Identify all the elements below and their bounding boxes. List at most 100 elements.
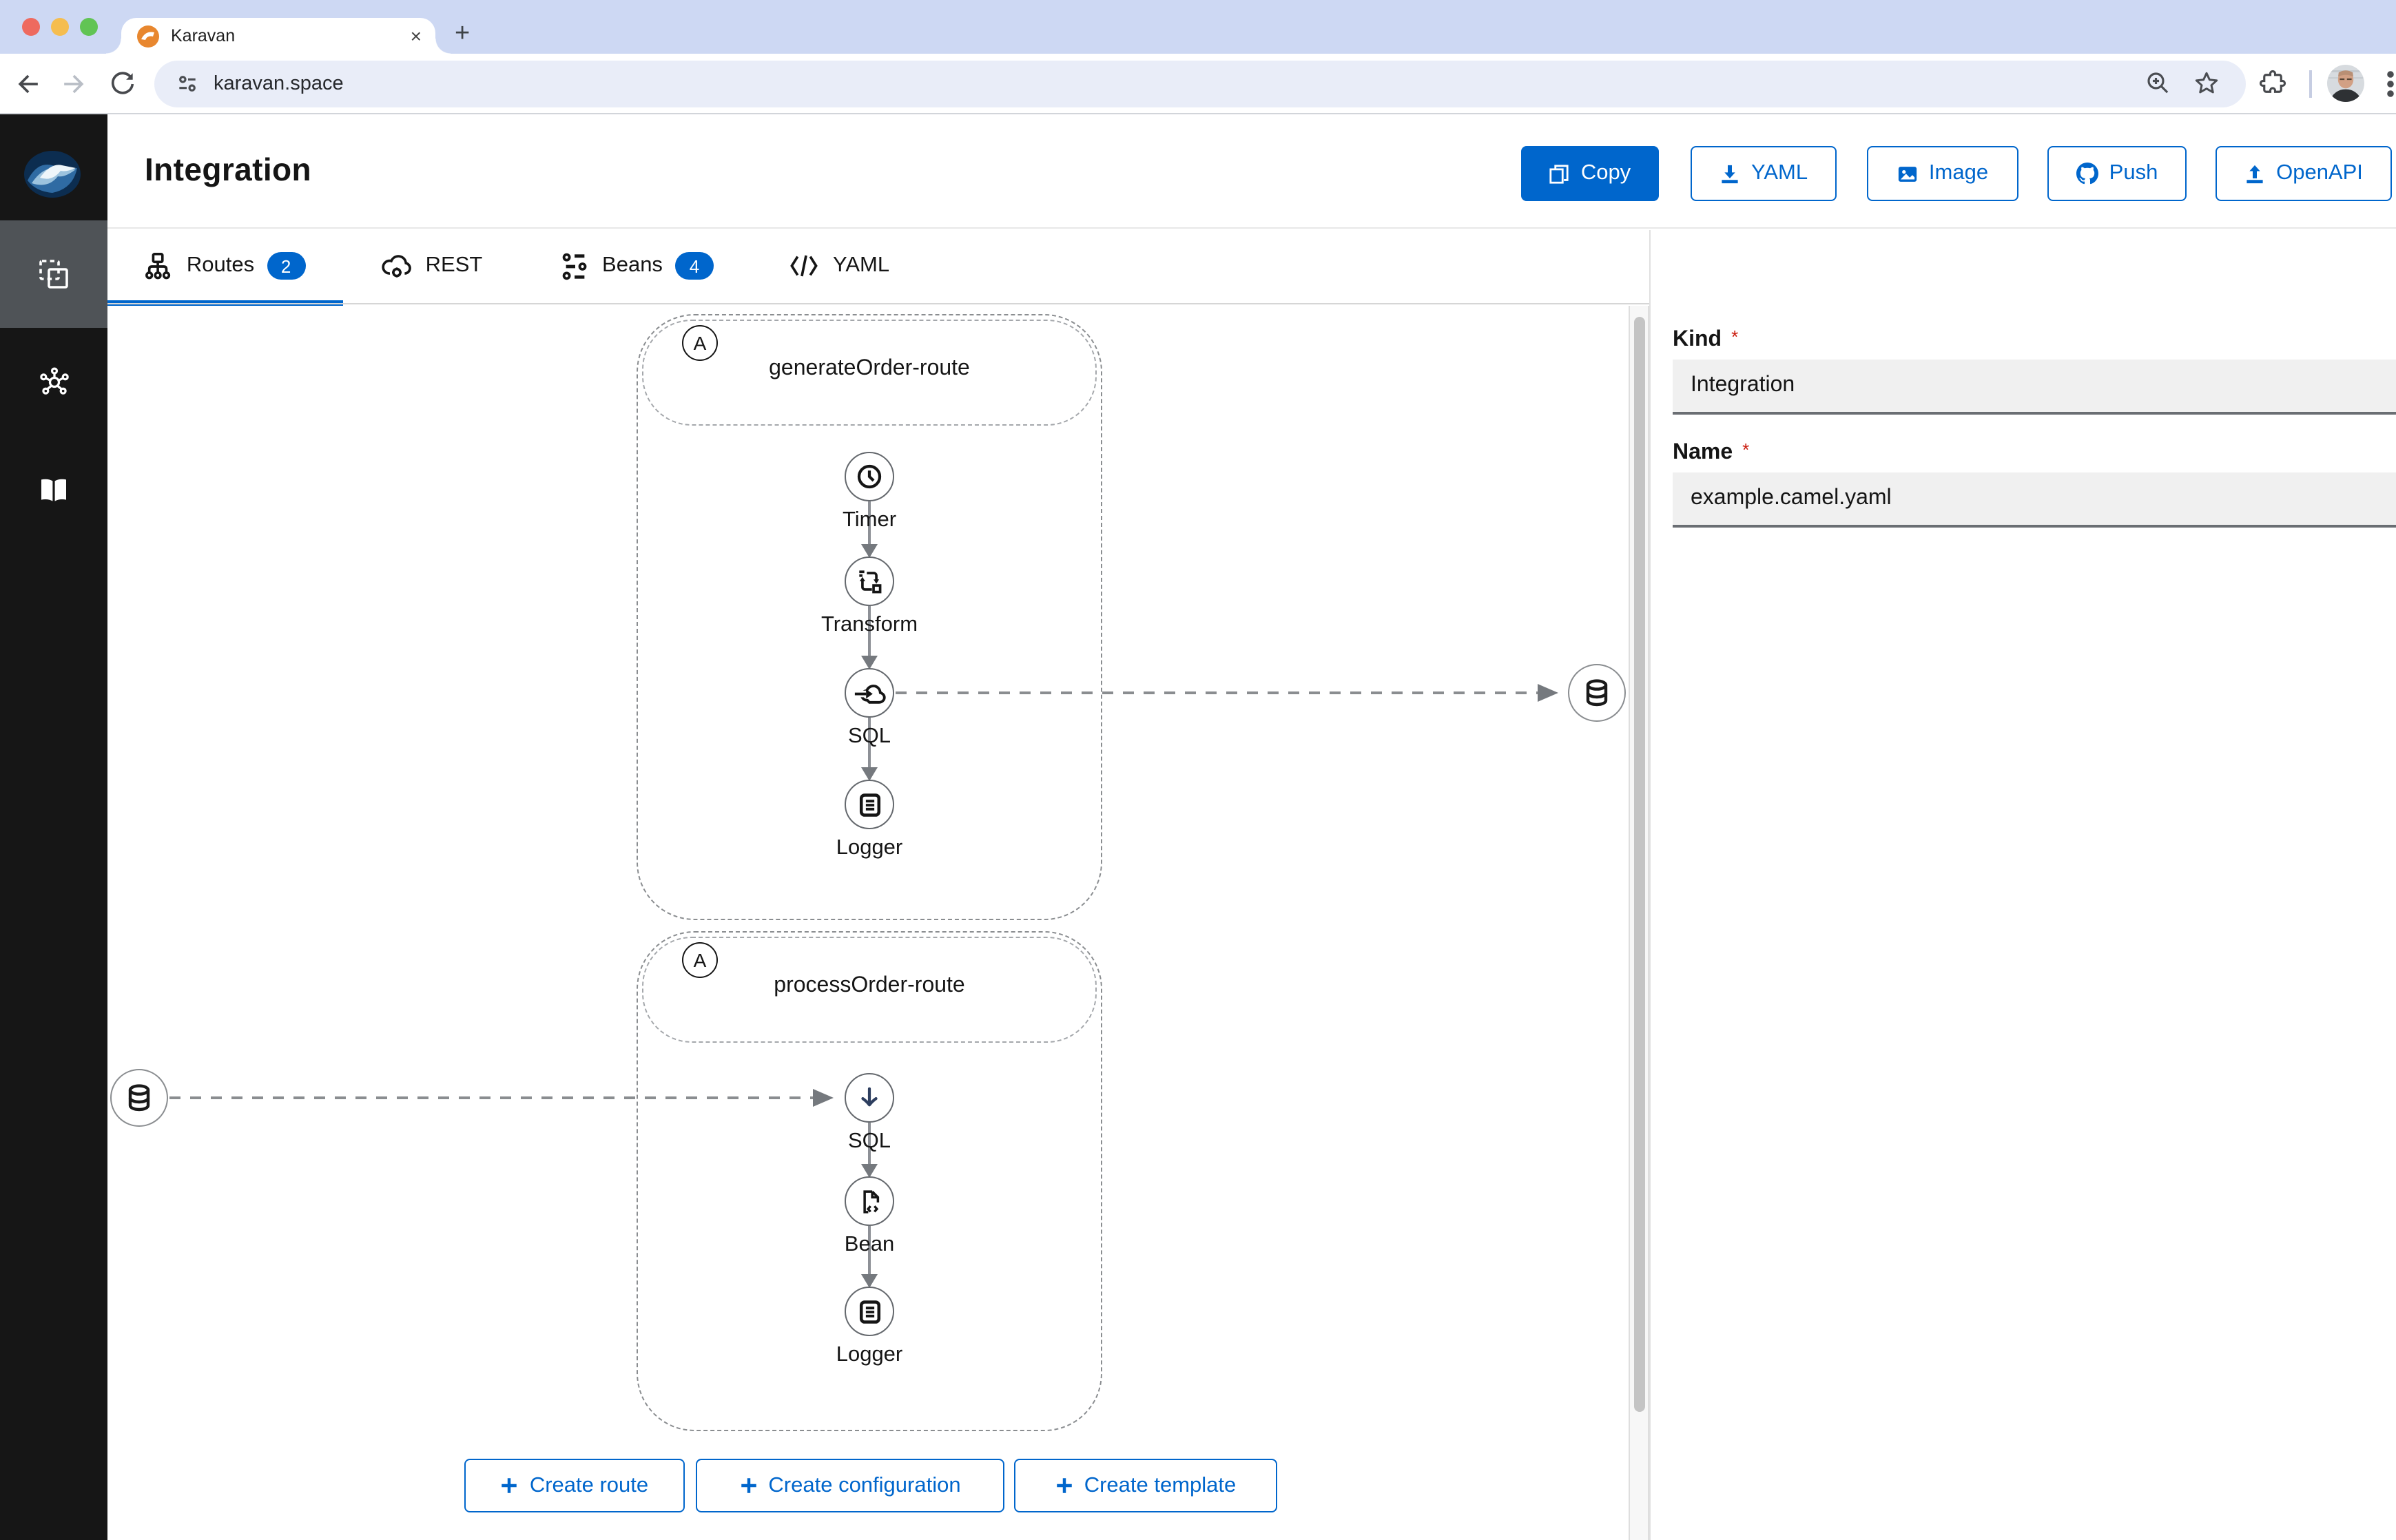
image-export-button[interactable]: Image [1867, 146, 2018, 201]
database-node[interactable] [110, 1069, 168, 1127]
forward-icon[interactable] [58, 69, 88, 99]
github-icon [2076, 163, 2098, 185]
step-node-sql-consumer[interactable] [845, 1073, 894, 1123]
step-node-bean[interactable] [845, 1176, 894, 1226]
rest-cloud-gear-icon [382, 255, 411, 278]
tab-beans[interactable]: Beans 4 [519, 229, 755, 303]
image-icon [1898, 166, 1917, 181]
arrow-down-icon [861, 1087, 878, 1107]
tab-title: Karavan [171, 26, 236, 45]
zoom-page-icon[interactable] [2144, 69, 2173, 98]
kind-input[interactable] [1673, 360, 2396, 415]
pages-icon [39, 260, 68, 289]
sidebar-item-knowledgebase[interactable] [0, 437, 107, 544]
copy-button-label: Copy [1580, 161, 1631, 185]
page-header: Integration Copy YAML Image Push OpenAPI [107, 114, 2396, 229]
logger-icon [858, 793, 880, 816]
yaml-download-button[interactable]: YAML [1691, 146, 1837, 201]
back-icon[interactable] [14, 69, 44, 99]
create-route-button[interactable]: Create route [464, 1459, 685, 1512]
tab-beans-badge: 4 [674, 252, 714, 280]
site-settings-icon[interactable] [174, 70, 201, 98]
tab-rest-label: REST [425, 253, 483, 277]
image-button-label: Image [1928, 161, 1989, 185]
bookmark-star-icon[interactable] [2192, 69, 2221, 98]
routes-icon [145, 252, 172, 279]
yaml-button-label: YAML [1750, 161, 1808, 185]
browser-tabstrip: Karavan × + [0, 0, 2396, 54]
step-label: Transform [820, 613, 918, 636]
step-label: Logger [836, 1343, 903, 1366]
tab-close-icon[interactable]: × [411, 26, 422, 45]
sidebar-item-designer[interactable] [0, 220, 107, 328]
window-close-button[interactable] [22, 18, 40, 36]
address-bar[interactable]: karavan.space [154, 61, 2246, 107]
extensions-puzzle-icon[interactable] [2258, 69, 2287, 98]
required-asterisk: * [1731, 326, 1739, 347]
screen: Karavan × + karavan.space Integration Co… [0, 0, 2396, 1540]
database-icon [1586, 679, 1608, 707]
new-tab-icon[interactable]: + [455, 17, 470, 52]
page-title: Integration [145, 152, 312, 187]
tab-yaml[interactable]: YAML [755, 229, 923, 303]
profile-avatar[interactable] [2327, 65, 2364, 102]
openapi-button[interactable]: OpenAPI [2216, 146, 2392, 201]
browser-menu-kebab-icon[interactable] [2384, 69, 2396, 99]
app-sidebar [0, 114, 107, 1540]
url-text: karavan.space [214, 73, 344, 95]
step-label: Logger [836, 836, 903, 860]
create-template-label: Create template [1084, 1473, 1237, 1497]
route-designer-canvas: A generateOrder-route A processOrder-rou… [107, 306, 1629, 1540]
create-configuration-button[interactable]: Create configuration [696, 1459, 1004, 1512]
sidebar-item-topology[interactable] [0, 328, 107, 435]
database-node[interactable] [1568, 664, 1626, 722]
required-asterisk: * [1742, 439, 1750, 460]
create-configuration-label: Create configuration [768, 1473, 961, 1497]
window-minimize-button[interactable] [51, 18, 69, 36]
tab-yaml-label: YAML [832, 253, 890, 277]
book-icon [41, 479, 66, 501]
plus-icon [741, 1478, 756, 1493]
tab-routes[interactable]: Routes 2 [107, 229, 343, 303]
karavan-favicon-icon [137, 25, 159, 47]
step-node-sql-producer[interactable] [845, 668, 894, 718]
step-label: SQL [847, 725, 891, 748]
copy-button[interactable]: Copy [1521, 146, 1659, 201]
canvas-scrollbar-thumb[interactable] [1633, 317, 1644, 1412]
step-label: SQL [847, 1130, 891, 1153]
beans-icon [562, 252, 587, 280]
create-route-label: Create route [529, 1473, 649, 1497]
browser-tab[interactable]: Karavan × [106, 18, 451, 54]
tab-rest[interactable]: REST [343, 229, 519, 303]
create-template-button[interactable]: Create template [1014, 1459, 1277, 1512]
cloud-arrow-icon [853, 685, 885, 704]
code-brackets-icon [791, 255, 818, 277]
database-icon [128, 1084, 150, 1112]
karavan-logo [24, 151, 81, 198]
step-label: Bean [844, 1233, 895, 1256]
name-field-label: Name * [1673, 439, 1750, 464]
push-button[interactable]: Push [2047, 146, 2187, 201]
step-node-logger[interactable] [845, 1287, 894, 1336]
name-input[interactable] [1673, 472, 2396, 528]
window-zoom-button[interactable] [80, 18, 98, 36]
tab-beans-label: Beans [602, 253, 663, 277]
reload-icon[interactable] [107, 69, 138, 99]
plus-icon [1056, 1478, 1072, 1493]
step-label: Timer [842, 508, 897, 532]
step-node-logger[interactable] [845, 780, 894, 829]
openapi-button-label: OpenAPI [2276, 161, 2363, 185]
tab-routes-badge: 2 [267, 252, 306, 280]
properties-panel: Kind* Name* [1649, 230, 2396, 1540]
tab-routes-label: Routes [186, 253, 255, 277]
transform-icon [859, 570, 882, 594]
browser-toolbar: karavan.space [0, 54, 2396, 114]
copy-icon [1550, 164, 1569, 183]
timer-icon [857, 464, 882, 489]
upload-icon [2247, 164, 2263, 183]
step-node-transform[interactable] [845, 556, 894, 606]
download-icon [1722, 164, 1738, 183]
logger-icon [858, 1300, 880, 1323]
step-node-timer[interactable] [845, 452, 894, 501]
push-button-label: Push [2109, 161, 2158, 185]
